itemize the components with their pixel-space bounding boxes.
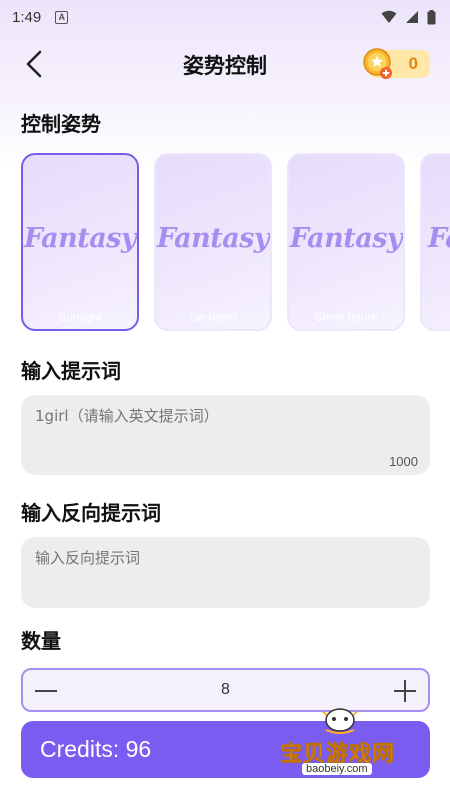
header: 姿势控制 0 xyxy=(0,38,450,90)
negative-prompt-section-label: 输入反向提示词 xyxy=(21,501,161,525)
pose-card-show-figure[interactable]: Fantasy Show figure xyxy=(287,153,405,331)
coin-count: 0 xyxy=(408,54,418,73)
prompt-field[interactable]: 1000 xyxy=(21,395,430,475)
negative-prompt-input[interactable] xyxy=(35,549,416,567)
pose-card-partial[interactable]: Fa xyxy=(420,153,450,331)
credits-label: Credits: 96 xyxy=(40,736,152,762)
quantity-section-label: 数量 xyxy=(21,629,61,653)
negative-prompt-field[interactable] xyxy=(21,537,430,608)
card-art-text: Fantasy xyxy=(23,223,137,254)
prompt-input[interactable] xyxy=(35,407,416,425)
status-time: 1:49 xyxy=(12,8,42,26)
signal-icon xyxy=(406,11,418,23)
wifi-icon xyxy=(381,10,397,23)
coin-icon xyxy=(363,48,392,79)
pose-card-sunlight[interactable]: Fantasy Sunlight xyxy=(21,153,139,331)
battery-icon xyxy=(427,9,436,24)
pose-card-carousel[interactable]: Fantasy Sunlight Fantasy Lie down Fantas… xyxy=(21,153,450,333)
pose-card-lie-down[interactable]: Fantasy Lie down xyxy=(154,153,272,331)
prompt-char-limit: 1000 xyxy=(389,454,418,469)
increment-button[interactable] xyxy=(390,676,420,706)
card-label: Show figure xyxy=(314,310,378,324)
quantity-value: 8 xyxy=(221,681,230,698)
credits-generate-button[interactable]: Credits: 96 xyxy=(21,721,430,778)
quantity-stepper[interactable]: 8 xyxy=(21,668,430,712)
card-art-text: Fantasy xyxy=(156,223,270,254)
coin-balance[interactable]: 0 xyxy=(363,48,430,79)
card-art-text: Fantasy xyxy=(289,223,403,254)
app-indicator-icon: A xyxy=(55,10,69,24)
status-bar: 1:49 A xyxy=(0,0,450,34)
card-label: Lie down xyxy=(188,310,238,324)
card-label: Sunlight xyxy=(58,310,102,324)
prompt-section-label: 输入提示词 xyxy=(21,359,121,383)
plus-icon xyxy=(394,680,416,702)
card-art-text: Fa xyxy=(428,223,450,254)
pose-section-label: 控制姿势 xyxy=(21,112,101,136)
status-icons xyxy=(381,9,436,25)
